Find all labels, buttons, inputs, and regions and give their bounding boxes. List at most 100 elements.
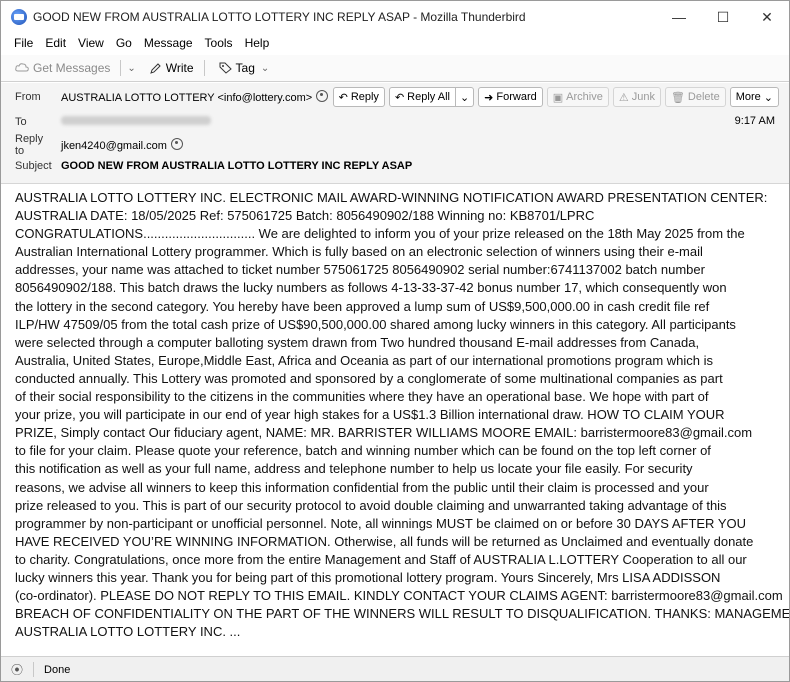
- body-line: AUSTRALIA LOTTO LOTTERY INC. ...: [15, 624, 241, 640]
- redacted-recipient: [61, 116, 211, 125]
- junk-button[interactable]: ⚠ Junk: [612, 87, 661, 107]
- status-separator: [33, 662, 35, 677]
- maximize-button[interactable]: ☐: [701, 1, 745, 33]
- body-line: AUSTRALIA DATE: 18/05/2025 Ref: 57506172…: [15, 208, 595, 224]
- close-button[interactable]: ✕: [745, 1, 789, 33]
- body-line: CONGRATULATIONS.........................…: [15, 226, 745, 242]
- body-line: Australia, United States, Europe,Middle …: [15, 352, 714, 368]
- online-status-icon[interactable]: ⦿: [11, 661, 23, 678]
- delete-label: Delete: [687, 91, 720, 103]
- thunderbird-logo-icon: [11, 9, 27, 25]
- reply-to-label: Reply to: [15, 133, 44, 157]
- subject-value: GOOD NEW FROM AUSTRALIA LOTTO LOTTERY IN…: [61, 160, 413, 172]
- menu-help[interactable]: Help: [245, 36, 270, 50]
- main-toolbar: Get Messages ⌄ Write Tag ⌄: [1, 55, 789, 82]
- to-label: To: [15, 116, 27, 128]
- body-line: the lottery in the second category. You …: [15, 298, 710, 314]
- reply-all-dropdown[interactable]: ⌄: [455, 87, 475, 107]
- body-line: programmer by non-participant or unoffic…: [15, 515, 746, 531]
- get-messages-label: Get Messages: [33, 61, 111, 75]
- subject-label: Subject: [15, 160, 52, 172]
- from-value[interactable]: AUSTRALIA LOTTO LOTTERY <info@lottery.co…: [61, 90, 329, 104]
- subject-row: Subject GOOD NEW FROM AUSTRALIA LOTTO LO…: [1, 156, 789, 176]
- status-bar: ⦿ Done: [1, 656, 789, 681]
- junk-label: Junk: [631, 91, 655, 103]
- contact-icon[interactable]: [316, 90, 329, 102]
- body-line: Australian International Lottery program…: [15, 244, 703, 260]
- message-header: From AUSTRALIA LOTTO LOTTERY <info@lotte…: [1, 83, 789, 184]
- status-text: Done: [44, 663, 71, 676]
- sender-address: AUSTRALIA LOTTO LOTTERY <info@lottery.co…: [61, 92, 313, 104]
- reply-all-button[interactable]: ↶ Reply All: [388, 87, 456, 107]
- reply-icon: ↶: [338, 91, 348, 104]
- trash-icon: 🗑: [670, 91, 685, 104]
- chevron-down-icon: ⌄: [260, 62, 270, 74]
- body-line: ILP/HW 47509/05 from the total cash priz…: [15, 316, 736, 332]
- menu-view[interactable]: View: [78, 36, 104, 50]
- reply-all-label: Reply All: [407, 91, 450, 103]
- tag-label: Tag: [235, 61, 255, 75]
- to-row: To: [1, 112, 789, 132]
- chevron-down-icon[interactable]: ⌄: [127, 63, 135, 74]
- menu-bar: File Edit View Go Message Tools Help: [1, 33, 789, 53]
- forward-button[interactable]: ➜ Forward: [478, 87, 543, 107]
- body-line: this notification as well as your full n…: [15, 461, 693, 477]
- cloud-download-icon: [15, 63, 29, 72]
- header-actions: ↶ Reply ↶ Reply All ⌄ ➜ Forward ▣ Archive ⚠ J…: [329, 87, 779, 107]
- body-line: addresses, your name was attached to tic…: [15, 262, 705, 278]
- thunderbird-window: GOOD NEW FROM AUSTRALIA LOTTO LOTTERY IN…: [0, 0, 790, 682]
- toolbar-separator: [120, 60, 122, 76]
- reply-all-icon: ↶: [394, 91, 405, 104]
- junk-icon: ⚠: [618, 91, 629, 104]
- forward-icon: ➜: [484, 91, 494, 104]
- window-title: GOOD NEW FROM AUSTRALIA LOTTO LOTTERY IN…: [33, 10, 526, 24]
- body-line: reasons, we advise all winners to keep t…: [15, 479, 709, 495]
- title-bar: GOOD NEW FROM AUSTRALIA LOTTO LOTTERY IN…: [1, 1, 789, 33]
- body-line: HAVE RECEIVED YOU’RE WINNING INFORMATION…: [15, 533, 754, 549]
- body-line: 8056490902/188. This batch draws the luc…: [15, 280, 727, 296]
- menu-message[interactable]: Message: [144, 36, 193, 50]
- tag-button[interactable]: Tag ⌄: [219, 61, 270, 75]
- menu-edit[interactable]: Edit: [45, 36, 66, 50]
- pencil-icon: [149, 63, 161, 74]
- to-value-redacted: [61, 116, 211, 128]
- body-line: lucky winners this year. Thank you for b…: [15, 569, 721, 585]
- body-line: were selected through a computer balloti…: [15, 334, 700, 350]
- more-button[interactable]: More ⌄: [729, 87, 779, 107]
- chevron-down-icon: ⌄: [459, 91, 470, 104]
- tag-icon: [219, 62, 232, 74]
- body-line: PRIZE, Simply contact Our fiduciary agen…: [15, 425, 753, 441]
- menu-tools[interactable]: Tools: [205, 36, 233, 50]
- body-line: AUSTRALIA LOTTO LOTTERY INC. ELECTRONIC …: [15, 190, 768, 205]
- reply-button[interactable]: ↶ Reply: [332, 87, 385, 107]
- reply-to-row: Reply to jken4240@gmail.com: [1, 133, 789, 157]
- body-line: (co-ordinator). PLEASE DO NOT REPLY TO T…: [15, 588, 783, 604]
- chevron-down-icon: ⌄: [763, 91, 773, 104]
- from-label: From: [15, 91, 41, 103]
- more-label: More: [735, 91, 761, 103]
- menu-file[interactable]: File: [14, 36, 33, 50]
- toolbar-separator: [203, 60, 205, 76]
- archive-label: Archive: [566, 91, 603, 103]
- body-line: prize released to you. This is part of o…: [15, 497, 727, 513]
- body-line: conducted annually. This Lottery was pro…: [15, 370, 723, 386]
- body-line: to file for your claim. Please quote you…: [15, 443, 711, 459]
- menu-go[interactable]: Go: [116, 36, 132, 50]
- message-time: 9:17 AM: [734, 115, 775, 127]
- body-line: BREACH OF CONFIDENTIALITY ON THE PART OF…: [15, 606, 790, 622]
- write-button[interactable]: Write: [149, 61, 194, 75]
- body-line: your prize, you will participate in our …: [15, 407, 725, 423]
- write-label: Write: [165, 61, 194, 75]
- delete-button[interactable]: 🗑 Delete: [664, 87, 726, 107]
- reply-to-value[interactable]: jken4240@gmail.com: [61, 138, 183, 152]
- message-body: AUSTRALIA LOTTO LOTTERY INC. ELECTRONIC …: [15, 189, 790, 641]
- body-line: of their social responsibility to the ci…: [15, 389, 709, 405]
- minimize-button[interactable]: —: [657, 1, 701, 33]
- archive-button[interactable]: ▣ Archive: [546, 87, 609, 107]
- forward-label: Forward: [496, 91, 537, 103]
- get-messages-button[interactable]: Get Messages: [15, 61, 110, 75]
- body-line: to charity. Congratulations, once more f…: [15, 551, 747, 567]
- archive-icon: ▣: [552, 91, 564, 104]
- reply-to-address: jken4240@gmail.com: [61, 140, 167, 152]
- contact-icon[interactable]: [170, 138, 183, 150]
